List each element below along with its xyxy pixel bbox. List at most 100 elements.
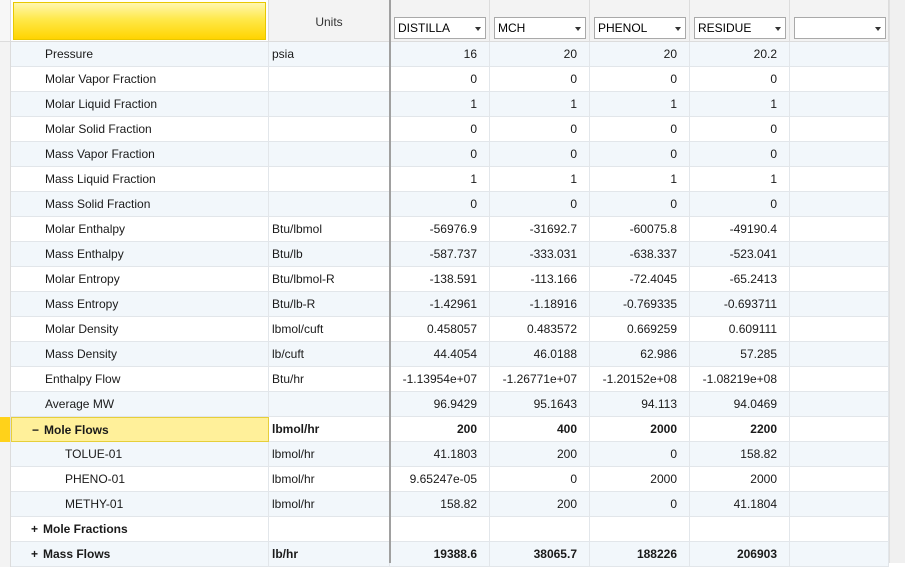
value-cell[interactable]: 94.0469 xyxy=(690,392,790,417)
row-unit-cell[interactable]: psia xyxy=(269,42,390,67)
expand-icon[interactable]: + xyxy=(31,542,43,567)
value-cell[interactable]: 188226 xyxy=(590,542,690,567)
table-row[interactable]: Mass Solid Fraction 0 0 0 0 xyxy=(0,192,889,217)
vertical-scrollbar[interactable] xyxy=(889,0,905,563)
value-cell[interactable] xyxy=(790,342,889,367)
value-cell[interactable]: 41.1804 xyxy=(690,492,790,517)
row-header-cell[interactable] xyxy=(0,542,11,567)
table-row[interactable]: Pressure psia 16 20 20 20.2 xyxy=(0,42,889,67)
value-cell[interactable] xyxy=(790,117,889,142)
value-cell[interactable] xyxy=(790,492,889,517)
value-cell[interactable]: 0 xyxy=(590,442,690,467)
row-header-cell[interactable] xyxy=(0,392,11,417)
table-row[interactable]: + Mole Fractions xyxy=(0,517,889,542)
value-cell[interactable]: 200 xyxy=(390,417,490,442)
value-cell[interactable] xyxy=(790,517,889,542)
value-cell[interactable]: 1 xyxy=(590,92,690,117)
table-row[interactable]: Molar Entropy Btu/lbmol-R -138.591 -113.166… xyxy=(0,267,889,292)
value-cell[interactable] xyxy=(790,367,889,392)
value-cell[interactable]: -72.4045 xyxy=(590,267,690,292)
value-cell[interactable]: -0.693711 xyxy=(690,292,790,317)
value-cell[interactable]: 0 xyxy=(690,192,790,217)
row-header-cell[interactable] xyxy=(0,192,11,217)
value-cell[interactable] xyxy=(790,467,889,492)
value-cell[interactable]: 0 xyxy=(490,467,590,492)
row-property-name[interactable]: + Mass Flows xyxy=(11,542,269,567)
row-header-cell[interactable] xyxy=(0,317,11,342)
value-cell[interactable]: 0 xyxy=(590,492,690,517)
value-cell[interactable]: 0.609111 xyxy=(690,317,790,342)
table-row[interactable]: Mass Vapor Fraction 0 0 0 0 xyxy=(0,142,889,167)
row-unit-cell[interactable] xyxy=(269,67,390,92)
value-cell[interactable] xyxy=(790,92,889,117)
value-cell[interactable]: 2000 xyxy=(590,467,690,492)
value-cell[interactable]: 20.2 xyxy=(690,42,790,67)
stream-select-4[interactable]: RESIDUE xyxy=(694,17,786,39)
row-property-name[interactable]: Mass Liquid Fraction xyxy=(11,167,269,192)
table-row[interactable]: Molar Enthalpy Btu/lbmol -56976.9 -31692.7-… xyxy=(0,217,889,242)
value-cell[interactable]: -0.769335 xyxy=(590,292,690,317)
value-cell[interactable]: -56976.9 xyxy=(390,217,490,242)
table-row[interactable]: Mass Liquid Fraction 1 1 1 1 xyxy=(0,167,889,192)
value-cell[interactable]: 0 xyxy=(490,142,590,167)
row-property-name[interactable]: PHENO-01 xyxy=(11,467,269,492)
table-row[interactable]: Enthalpy Flow Btu/hr -1.13954e+07 -1.26771e… xyxy=(0,367,889,392)
value-cell[interactable]: 1 xyxy=(690,92,790,117)
value-cell[interactable]: 200 xyxy=(490,492,590,517)
value-cell[interactable]: 0 xyxy=(390,67,490,92)
row-header-cell[interactable] xyxy=(0,292,11,317)
row-property-name[interactable]: Molar Liquid Fraction xyxy=(11,92,269,117)
value-cell[interactable] xyxy=(790,217,889,242)
value-cell[interactable]: 0 xyxy=(490,67,590,92)
value-cell[interactable] xyxy=(590,517,690,542)
row-unit-cell[interactable]: lbmol/hr xyxy=(269,442,390,467)
row-header-cell[interactable] xyxy=(0,492,11,517)
value-cell[interactable]: 2200 xyxy=(690,417,790,442)
row-property-name[interactable]: Mass Entropy xyxy=(11,292,269,317)
row-property-name[interactable]: Pressure xyxy=(11,42,269,67)
value-cell[interactable]: 41.1803 xyxy=(390,442,490,467)
value-cell[interactable]: -31692.7 xyxy=(490,217,590,242)
value-cell[interactable]: -1.08219e+08 xyxy=(690,367,790,392)
stream-select-2[interactable]: MCH xyxy=(494,17,586,39)
value-cell[interactable]: 0 xyxy=(590,117,690,142)
value-cell[interactable]: 206903 xyxy=(690,542,790,567)
row-header-cell[interactable] xyxy=(0,67,11,92)
table-row[interactable]: TOLUE-01 lbmol/hr 41.1803 200 0 158.82 xyxy=(0,442,889,467)
table-row[interactable]: PHENO-01 lbmol/hr 9.65247e-05 0 2000 2000 xyxy=(0,467,889,492)
row-unit-cell[interactable] xyxy=(269,92,390,117)
value-cell[interactable]: 0.458057 xyxy=(390,317,490,342)
value-cell[interactable]: 0 xyxy=(490,192,590,217)
value-cell[interactable]: -60075.8 xyxy=(590,217,690,242)
row-header-cell[interactable] xyxy=(0,267,11,292)
value-cell[interactable] xyxy=(790,392,889,417)
row-unit-cell[interactable]: Btu/lbmol xyxy=(269,217,390,242)
value-cell[interactable]: 158.82 xyxy=(390,492,490,517)
row-property-name[interactable]: Mass Density xyxy=(11,342,269,367)
row-unit-cell[interactable]: lbmol/hr xyxy=(269,492,390,517)
value-cell[interactable]: 0 xyxy=(390,142,490,167)
value-cell[interactable]: -523.041 xyxy=(690,242,790,267)
value-cell[interactable]: 1 xyxy=(390,167,490,192)
value-cell[interactable]: 0 xyxy=(390,117,490,142)
table-row[interactable]: Molar Liquid Fraction 1 1 1 1 xyxy=(0,92,889,117)
value-cell[interactable]: 1 xyxy=(490,167,590,192)
value-cell[interactable] xyxy=(790,542,889,567)
row-property-name[interactable]: Molar Entropy xyxy=(11,267,269,292)
value-cell[interactable] xyxy=(790,442,889,467)
value-cell[interactable] xyxy=(790,267,889,292)
value-cell[interactable]: -1.13954e+07 xyxy=(390,367,490,392)
value-cell[interactable]: -113.166 xyxy=(490,267,590,292)
expand-icon[interactable]: + xyxy=(31,517,43,542)
value-cell[interactable]: -1.26771e+07 xyxy=(490,367,590,392)
row-header-cell[interactable] xyxy=(0,442,11,467)
row-property-name[interactable]: Enthalpy Flow xyxy=(11,367,269,392)
value-cell[interactable]: 0 xyxy=(690,67,790,92)
row-header-cell[interactable] xyxy=(0,417,11,442)
row-unit-cell[interactable] xyxy=(269,192,390,217)
row-header-cell[interactable] xyxy=(0,92,11,117)
value-cell[interactable]: -1.42961 xyxy=(390,292,490,317)
table-row[interactable]: Average MW 96.9429 95.1643 94.113 94.0469 xyxy=(0,392,889,417)
value-cell[interactable]: 0 xyxy=(590,192,690,217)
row-unit-cell[interactable]: Btu/hr xyxy=(269,367,390,392)
